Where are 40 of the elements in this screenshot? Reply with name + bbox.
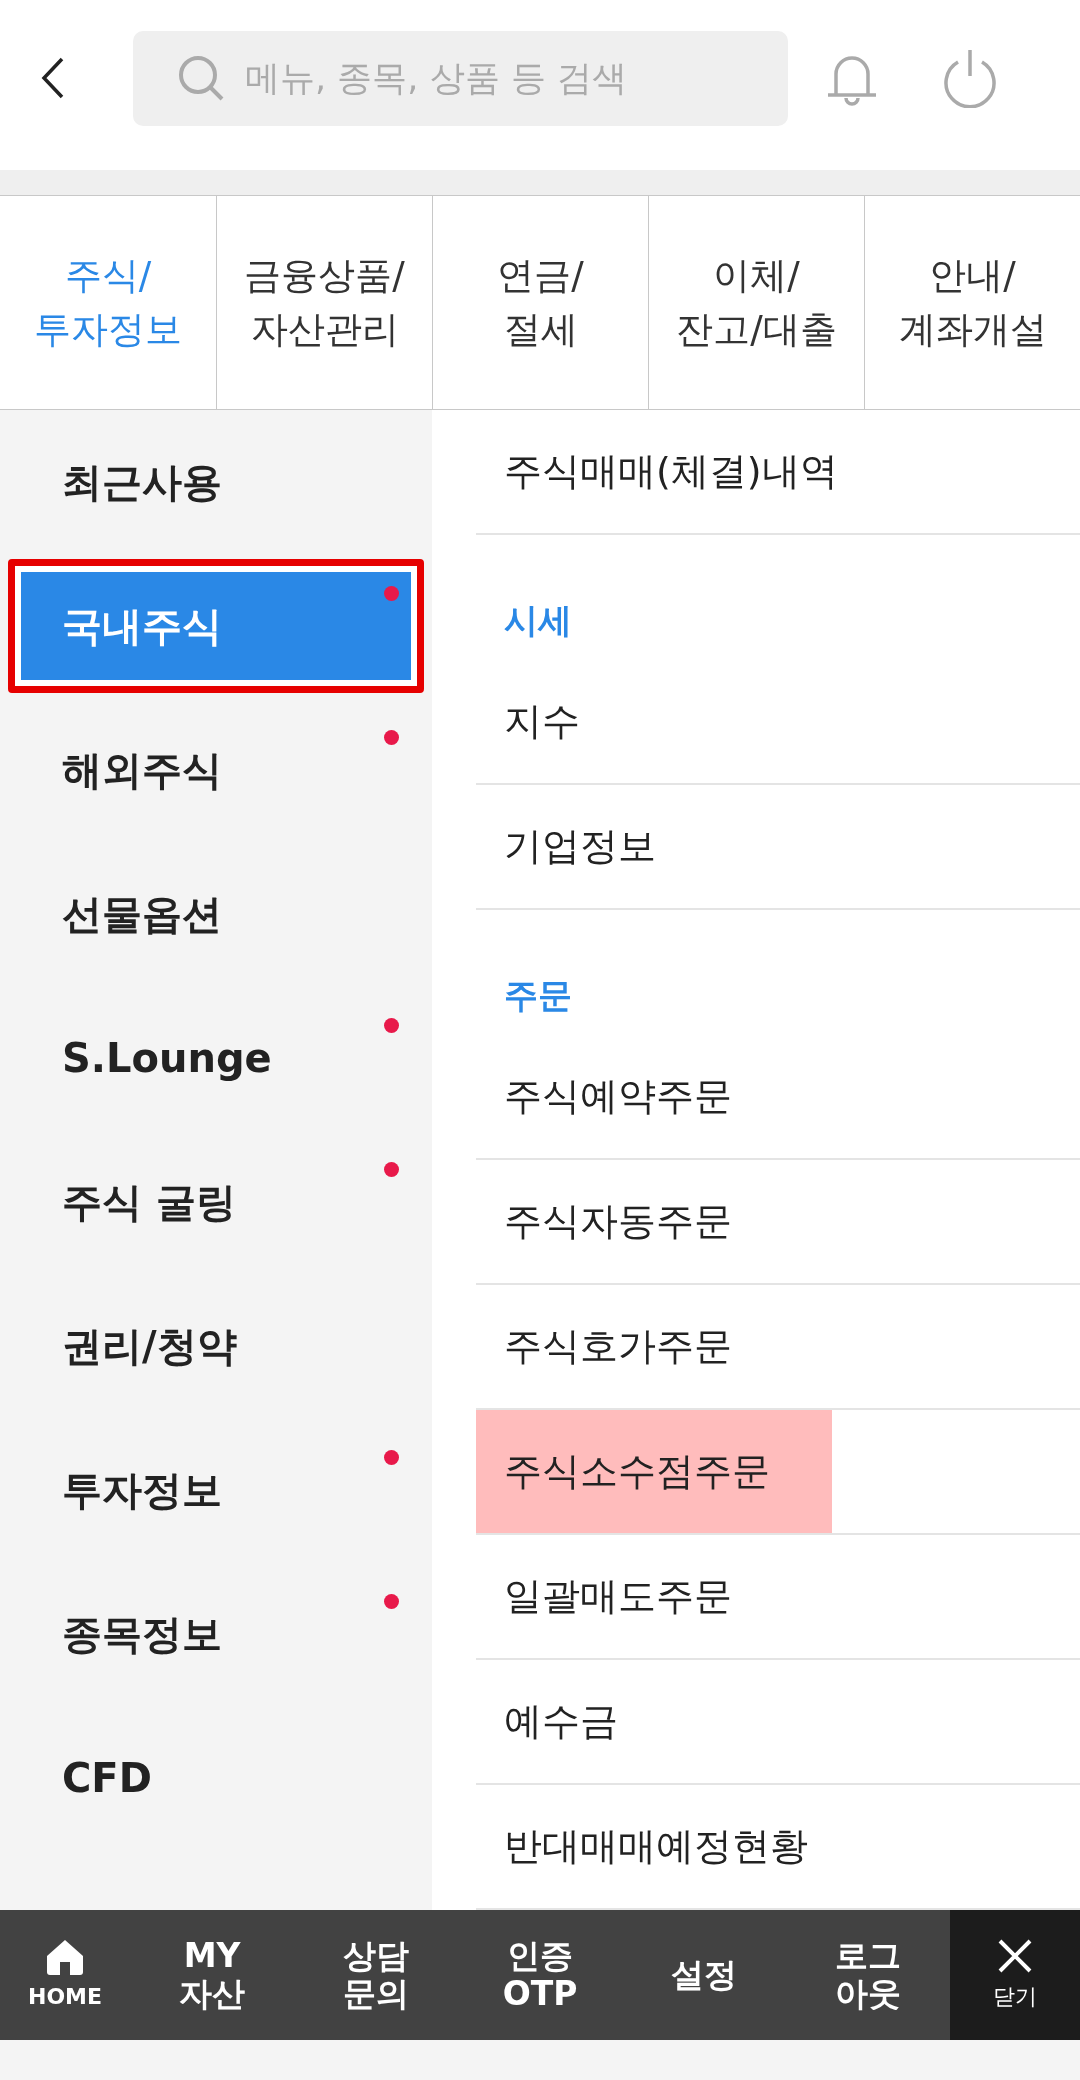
nav-button[interactable]: 상담 문의 — [294, 1910, 458, 2040]
search-icon — [177, 53, 225, 102]
close-button[interactable]: 닫기 — [950, 1910, 1080, 2040]
category-tab[interactable]: 주식/ 투자정보 — [0, 196, 216, 409]
menu-item[interactable]: 주식호가주문 — [476, 1285, 832, 1408]
menu-item[interactable]: 주식예약주문 — [476, 1035, 832, 1158]
sidebar-item[interactable]: 해외주식 — [8, 703, 424, 837]
home-icon — [45, 1937, 85, 1976]
power-icon[interactable] — [942, 48, 998, 108]
category-tab[interactable]: 연금/ 절세 — [432, 196, 648, 409]
menu-item[interactable]: 기업정보 — [476, 785, 832, 908]
sidebar-item[interactable]: 국내주식 — [8, 559, 424, 693]
nav-button[interactable]: 설정 — [622, 1910, 786, 2040]
nav-button[interactable]: MY 자산 — [130, 1910, 294, 2040]
search-field[interactable]: 메뉴, 종목, 상품 등 검색 — [133, 30, 788, 126]
menu-item[interactable]: 주식매매(체결)내역 — [476, 410, 858, 533]
sidebar-item[interactable]: 종목정보 — [8, 1567, 424, 1701]
nav-button[interactable]: 로그 아웃 — [786, 1910, 950, 2040]
sidebar-item[interactable]: S.Lounge — [8, 991, 424, 1125]
nav-button[interactable]: 인증 OTP — [458, 1910, 622, 2040]
category-tab[interactable]: 안내/ 계좌개설 — [864, 196, 1080, 409]
section-heading: 주문 — [504, 974, 572, 1017]
sidebar-item[interactable]: 최근사용 — [8, 415, 424, 549]
menu-item[interactable]: 주식소수점주문 — [476, 1410, 832, 1533]
sidebar-item[interactable]: CFD — [8, 1711, 424, 1845]
sidebar-item[interactable]: 주식 굴링 — [8, 1135, 424, 1269]
menu-item[interactable]: 예수금 — [476, 1660, 832, 1783]
menu-item[interactable]: 일괄매도주문 — [476, 1535, 832, 1658]
sidebar-item[interactable]: 선물옵션 — [8, 847, 424, 981]
close-icon — [997, 1937, 1033, 1974]
section-heading: 시세 — [504, 599, 572, 642]
home-button[interactable]: HOME — [0, 1910, 130, 2040]
sidebar-item[interactable]: 권리/청약 — [8, 1279, 424, 1413]
category-tab[interactable]: 이체/ 잔고/대출 — [648, 196, 864, 409]
category-tab[interactable]: 금융상품/ 자산관리 — [216, 196, 432, 409]
menu-item[interactable]: 지수 — [476, 660, 832, 783]
back-icon — [40, 56, 66, 100]
menu-item[interactable]: 주식자동주문 — [476, 1160, 832, 1283]
sidebar-item[interactable]: 투자정보 — [8, 1423, 424, 1557]
menu-item[interactable]: 반대매매예정현황 — [476, 1785, 832, 1908]
